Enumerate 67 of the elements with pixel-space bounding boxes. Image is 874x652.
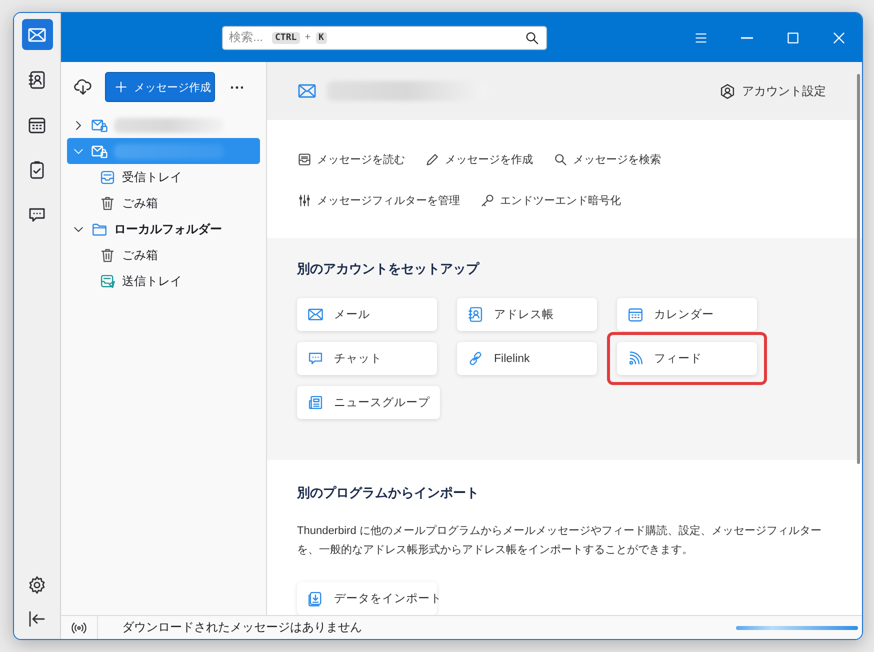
more-button[interactable]: [231, 86, 243, 88]
setup-card-button[interactable]: カレンダー: [617, 298, 757, 331]
section-heading: 別のアカウントをセットアップ: [297, 260, 481, 278]
outbox-tray-icon: [99, 272, 116, 290]
key-icon: [480, 193, 495, 208]
scrollbar[interactable]: [857, 74, 860, 464]
newspaper-icon: [307, 394, 324, 411]
inbox-tray-icon: [99, 168, 116, 186]
keyboard-key: K: [316, 32, 327, 44]
setup-card-button[interactable]: Filelink: [457, 342, 597, 375]
key-joiner: +: [304, 32, 311, 43]
import-icon: [307, 590, 324, 607]
account-settings-button[interactable]: アカウント設定: [719, 82, 826, 100]
close-icon: [831, 30, 847, 46]
get-messages-button[interactable]: [73, 77, 93, 97]
folder-label: 受信トレイ: [122, 168, 182, 186]
search-icon: [553, 152, 568, 167]
action-link[interactable]: メッセージを読む: [297, 144, 405, 175]
folder-label: ごみ箱: [122, 246, 158, 264]
chain-link-icon: [467, 350, 484, 367]
minimize-icon: [741, 36, 753, 38]
section-heading: 別のプログラムからインポート: [297, 484, 480, 502]
broadcast-icon: [71, 620, 87, 636]
status-text: ダウンロードされたメッセージはありません: [121, 619, 363, 636]
envelope-icon: [307, 306, 324, 323]
action-link[interactable]: メッセージを作成: [425, 144, 533, 175]
maximize-icon: [785, 30, 801, 46]
collapse-button[interactable]: [27, 609, 47, 629]
compose-button[interactable]: メッセージ作成: [105, 72, 215, 102]
folder-label: 送信トレイ: [122, 272, 182, 290]
search-field[interactable]: 検索... CTRL + K: [222, 26, 547, 50]
trash-can-icon: [99, 194, 116, 212]
setup-card-button[interactable]: フィード: [617, 342, 757, 375]
action-link[interactable]: メッセージを検索: [553, 144, 661, 175]
action-link[interactable]: メッセージフィルターを管理: [297, 185, 460, 216]
import-button[interactable]: データをインポート: [297, 582, 437, 615]
action-link[interactable]: エンドツーエンド暗号化: [480, 185, 621, 216]
address-book-icon: [27, 70, 47, 90]
settings-button[interactable]: [27, 575, 47, 595]
folder-row[interactable]: ローカルフォルダー: [67, 216, 260, 242]
keyboard-key: CTRL: [272, 32, 300, 44]
chat-bubble-icon: [307, 350, 324, 367]
plus-icon: [114, 80, 128, 94]
folder-label: ローカルフォルダー: [114, 220, 222, 238]
import-description: Thunderbird に他のメールプログラムからメールメッセージやフィード購読、設定、メッセージフィルターを、一般的なアドレス帳形式からアドレス帳をインポートすることができます。: [297, 524, 822, 558]
calendar-icon: [627, 306, 644, 323]
gear-icon: [27, 575, 47, 595]
search-icon: [524, 30, 540, 46]
folder-row[interactable]: 送信トレイ: [67, 268, 260, 294]
folder-label: ごみ箱: [122, 194, 158, 212]
sliders-icon: [297, 193, 312, 208]
folder-row[interactable]: ごみ箱: [67, 190, 260, 216]
trash-can-icon: [99, 246, 116, 264]
setup-card-button[interactable]: チャット: [297, 342, 437, 375]
folder-row[interactable]: 受信トレイ: [67, 164, 260, 190]
arrow-left-bar-icon: [27, 609, 47, 629]
setup-card-button[interactable]: アドレス帳: [457, 298, 597, 331]
search-placeholder: 検索...: [229, 29, 264, 46]
setup-card-button[interactable]: メール: [297, 298, 437, 331]
cloud-download-icon: [73, 77, 93, 97]
rss-feed-icon: [627, 350, 644, 367]
pencil-icon: [425, 152, 440, 167]
address-book-icon: [467, 306, 484, 323]
inbox-tray-icon: [297, 152, 312, 167]
setup-card-button[interactable]: ニュースグループ: [297, 386, 440, 419]
folder-row[interactable]: ごみ箱: [67, 242, 260, 268]
more-dots-icon: [231, 86, 243, 88]
